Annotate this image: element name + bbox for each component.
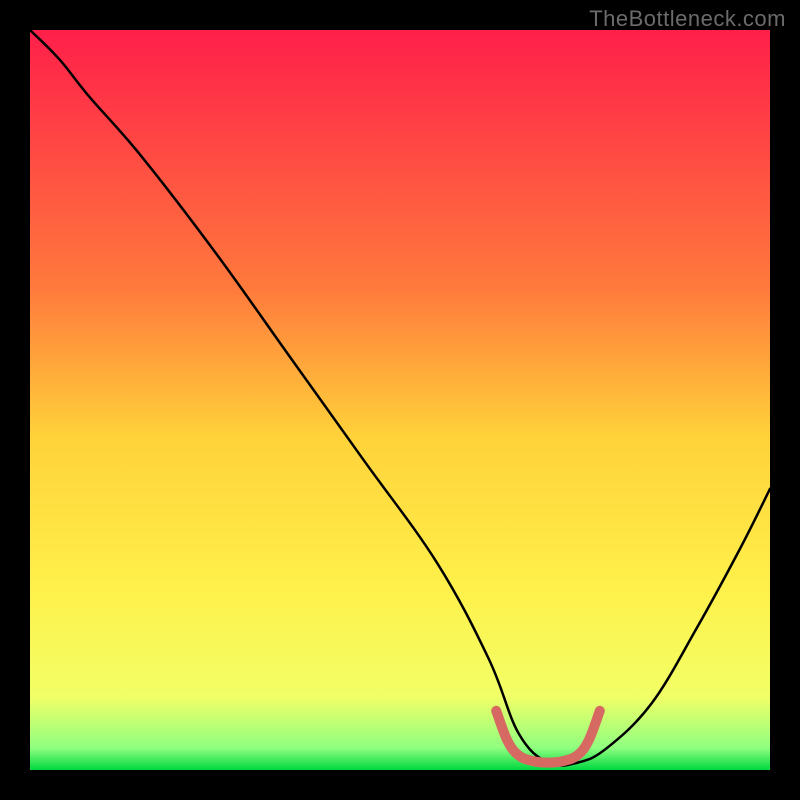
chart-background bbox=[30, 30, 770, 770]
chart-frame: TheBottleneck.com bbox=[0, 0, 800, 800]
chart-plot-area bbox=[30, 30, 770, 770]
chart-svg bbox=[30, 30, 770, 770]
watermark-label: TheBottleneck.com bbox=[589, 6, 786, 32]
